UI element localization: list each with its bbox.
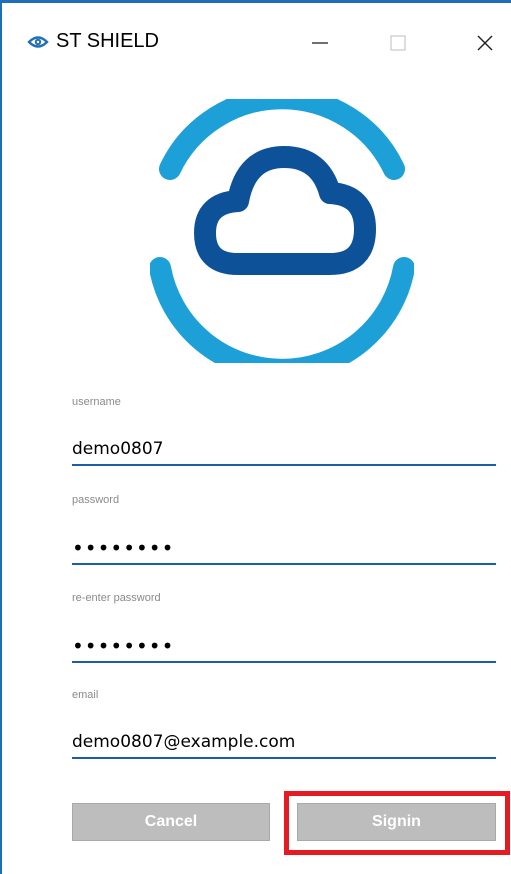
password-input[interactable] (72, 533, 496, 565)
email-label: email (72, 689, 99, 701)
shield-eye-icon (27, 31, 49, 53)
signin-button[interactable]: Signin (297, 803, 496, 841)
cloud-icon (194, 146, 376, 275)
maximize-icon (390, 35, 406, 51)
email-input[interactable] (72, 727, 496, 759)
app-window: ST SHIELD username pass (0, 0, 511, 874)
username-input[interactable] (72, 434, 496, 466)
confirm-password-input[interactable] (72, 631, 496, 663)
confirm-password-label: re-enter password (72, 592, 161, 604)
app-logo (149, 87, 415, 381)
maximize-button[interactable] (376, 23, 420, 63)
title-bar: ST SHIELD (2, 3, 511, 63)
app-title: ST SHIELD (56, 30, 159, 52)
cancel-button[interactable]: Cancel (72, 803, 270, 841)
username-label: username (72, 396, 121, 408)
minimize-button[interactable] (298, 23, 342, 63)
minimize-icon (312, 42, 328, 44)
close-icon (477, 35, 493, 51)
password-label: password (72, 494, 120, 506)
close-button[interactable] (463, 23, 507, 63)
